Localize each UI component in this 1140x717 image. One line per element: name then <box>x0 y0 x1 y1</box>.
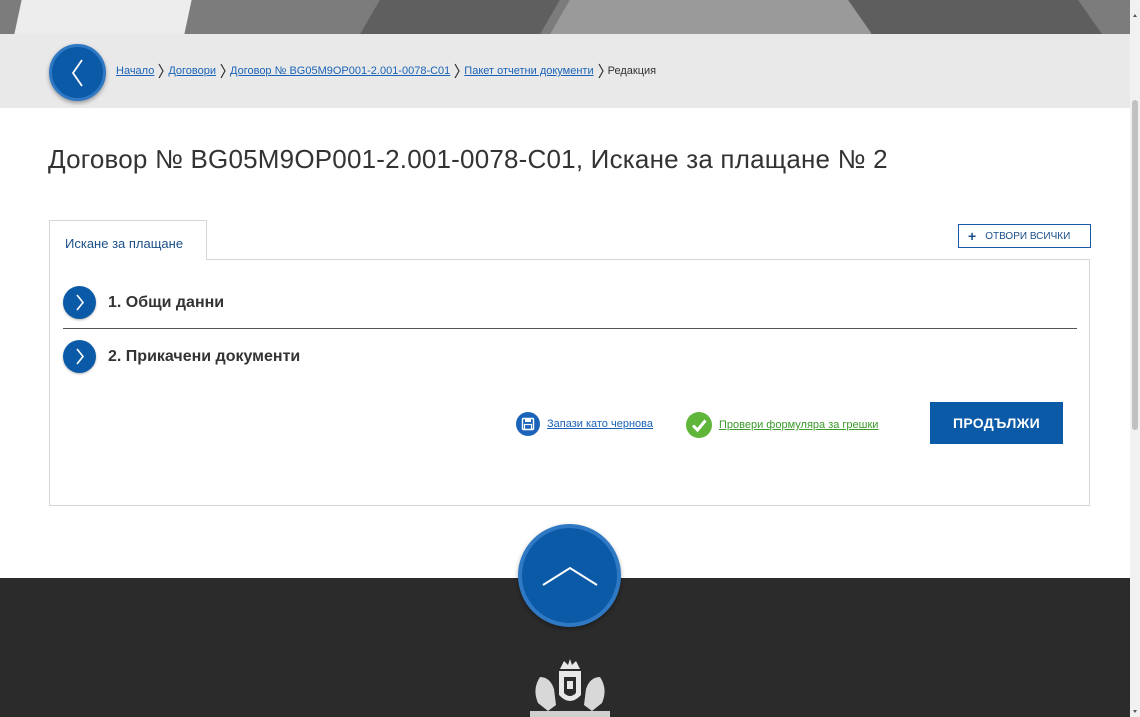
breadcrumb-contract-link[interactable]: Договор № BG05M9OP001-2.001-0078-C01 <box>230 65 450 77</box>
section-label: 2. Прикачени документи <box>108 347 301 365</box>
scroll-to-top-button[interactable] <box>518 524 621 627</box>
check-form-label: Провери формуляра за грешки <box>719 419 879 431</box>
chevron-up-icon <box>542 566 598 586</box>
breadcrumb-package-link[interactable]: Пакет отчетни документи <box>464 65 593 77</box>
section-attached-documents[interactable]: 2. Прикачени документи <box>63 340 300 373</box>
page: Начало Договори Договор № BG05M9OP001-2.… <box>0 0 1140 717</box>
plus-icon: + <box>968 228 977 244</box>
section-label: 1. Общи данни <box>108 293 225 311</box>
save-draft-label: Запази като чернова <box>547 418 653 430</box>
breadcrumb-separator-icon <box>158 63 165 79</box>
open-all-label: ОТВОРИ ВСИЧКИ <box>985 230 1071 242</box>
scrollbar-thumb[interactable] <box>1132 100 1138 430</box>
breadcrumb-separator-icon <box>220 63 226 79</box>
breadcrumb-current: Редакция <box>607 65 657 77</box>
coat-of-arms-icon <box>530 659 610 717</box>
vertical-scrollbar[interactable] <box>1130 0 1140 717</box>
section-divider <box>63 328 1077 329</box>
breadcrumb: Начало Договори Договор № BG05M9OP001-2.… <box>116 63 656 79</box>
continue-button[interactable]: ПРОДЪЛЖИ <box>930 402 1063 444</box>
breadcrumb-home-link[interactable]: Начало <box>116 65 154 77</box>
open-all-button[interactable]: + ОТВОРИ ВСИЧКИ <box>958 224 1091 248</box>
check-form-link[interactable]: Провери формуляра за грешки <box>686 412 878 438</box>
page-title: Договор № BG05M9OP001-2.001-0078-C01, Ис… <box>48 144 888 174</box>
section-general-data[interactable]: 1. Общи данни <box>63 286 224 319</box>
checkmark-icon <box>686 412 712 438</box>
breadcrumb-separator-icon <box>454 63 460 79</box>
tab-payment-request[interactable]: Искане за плащане <box>49 220 207 260</box>
chevron-right-icon <box>63 340 96 373</box>
header-banner <box>0 0 1130 34</box>
floppy-disk-icon <box>516 412 540 436</box>
chevron-left-icon <box>71 59 83 87</box>
breadcrumb-separator-icon <box>598 63 604 79</box>
save-draft-link[interactable]: Запази като чернова <box>516 412 653 436</box>
chevron-right-icon <box>63 286 96 319</box>
breadcrumb-contracts-link[interactable]: Договори <box>168 65 216 77</box>
back-button[interactable] <box>49 44 106 101</box>
breadcrumb-bar: Начало Договори Договор № BG05M9OP001-2.… <box>0 34 1130 108</box>
